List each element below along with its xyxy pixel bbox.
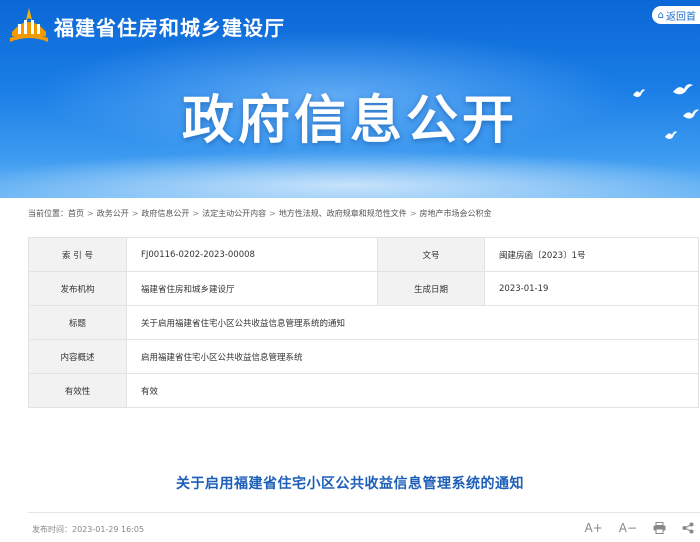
- title-value: 关于启用福建省住宅小区公共收益信息管理系统的通知: [126, 305, 699, 340]
- publish-time: 发布时间：2023-01-29 16:05: [32, 525, 145, 534]
- font-increase-button[interactable]: A+: [584, 521, 602, 535]
- title-label: 标题: [28, 305, 127, 340]
- table-row: 索 引 号 FJ00116-0202-2023-00008 文号 闽建房函〔20…: [28, 237, 699, 272]
- header-banner: 福建省住房和城乡建设厅 ⌂ 返回首 政府信息公开: [0, 0, 700, 198]
- breadcrumb: 当前位置：首页 > 政务公开 > 政府信息公开 > 法定主动公开内容 > 地方性法规、政府规章和…: [28, 209, 492, 218]
- validity-label: 有效性: [28, 373, 127, 408]
- dove-icon: [633, 89, 645, 97]
- breadcrumb-item-gov-affairs[interactable]: 政务公开: [97, 209, 129, 218]
- breadcrumb-item-info-disclosure[interactable]: 政府信息公开: [141, 209, 189, 218]
- table-row: 标题 关于启用福建省住宅小区公共收益信息管理系统的通知: [28, 305, 699, 340]
- index-no-label: 索 引 号: [28, 237, 127, 272]
- index-no-value: FJ00116-0202-2023-00008: [126, 237, 378, 272]
- info-table: 索 引 号 FJ00116-0202-2023-00008 文号 闽建房函〔20…: [28, 237, 699, 408]
- dove-icon: [665, 131, 677, 139]
- table-row: 有效性 有效: [28, 373, 699, 408]
- printer-icon[interactable]: [653, 522, 666, 534]
- date-label: 生成日期: [377, 271, 485, 306]
- article-tools: A+ A−: [584, 521, 694, 535]
- breadcrumb-item-regulations[interactable]: 地方性法规、政府规章和规范性文件: [279, 209, 407, 218]
- banner-glow: [0, 150, 700, 198]
- dove-icon: [673, 84, 693, 95]
- summary-value: 启用福建省住宅小区公共收益信息管理系统: [126, 339, 699, 374]
- share-icon[interactable]: [682, 522, 694, 534]
- home-icon: ⌂: [657, 9, 664, 21]
- doc-no-label: 文号: [377, 237, 485, 272]
- issuer-label: 发布机构: [28, 271, 127, 306]
- logo-icon[interactable]: [8, 6, 50, 44]
- font-decrease-button[interactable]: A−: [619, 521, 637, 535]
- back-home-label: 返回首: [666, 11, 696, 23]
- dove-icon: [683, 109, 699, 119]
- doc-no-value: 闽建房函〔2023〕1号: [484, 237, 699, 272]
- divider: [28, 512, 700, 513]
- date-value: 2023-01-19: [484, 271, 699, 306]
- breadcrumb-item-real-estate[interactable]: 房地产市场会公积金: [420, 209, 492, 218]
- breadcrumb-current-home[interactable]: 当前位置：首页: [28, 209, 84, 218]
- issuer-value: 福建省住房和城乡建设厅: [126, 271, 378, 306]
- site-name[interactable]: 福建省住房和城乡建设厅: [54, 12, 285, 41]
- table-row: 发布机构 福建省住房和城乡建设厅 生成日期 2023-01-19: [28, 271, 699, 306]
- validity-value: 有效: [126, 373, 699, 408]
- breadcrumb-item-statutory[interactable]: 法定主动公开内容: [202, 209, 266, 218]
- summary-label: 内容概述: [28, 339, 127, 374]
- back-home-button[interactable]: ⌂ 返回首: [651, 6, 700, 24]
- table-row: 内容概述 启用福建省住宅小区公共收益信息管理系统: [28, 339, 699, 374]
- article-title: 关于启用福建省住宅小区公共收益信息管理系统的通知: [176, 476, 524, 492]
- page-title: 政府信息公开: [181, 91, 518, 151]
